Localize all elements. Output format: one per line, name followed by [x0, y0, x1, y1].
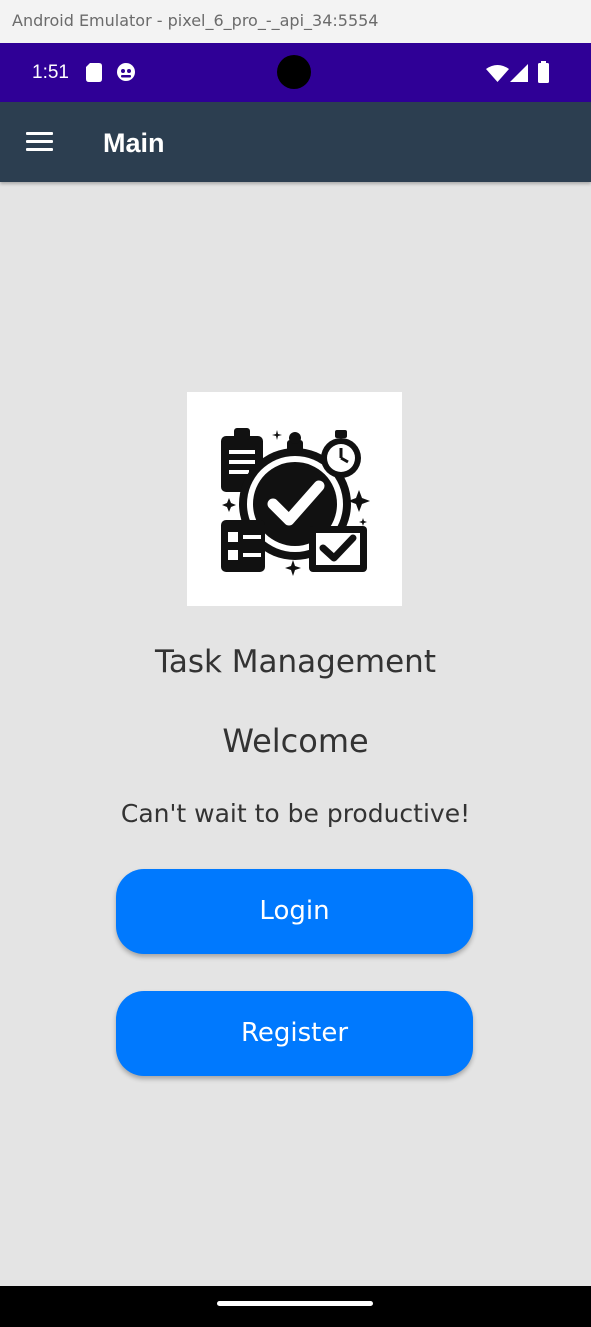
- main-content: Task Management Welcome Can't wait to be…: [0, 182, 591, 1286]
- wifi-icon: [486, 65, 509, 82]
- hamburger-menu-icon[interactable]: [26, 132, 53, 152]
- sd-card-icon: [86, 63, 102, 82]
- cell-signal-icon: [510, 64, 528, 82]
- window-title: Android Emulator - pixel_6_pro_-_api_34:…: [0, 0, 591, 43]
- task-management-clock-checklist-icon: [221, 428, 370, 576]
- register-button[interactable]: Register: [116, 991, 473, 1076]
- app-bar: Main: [0, 102, 591, 182]
- app-heading: Task Management: [155, 644, 436, 680]
- battery-icon: [538, 61, 549, 83]
- page-title: Main: [103, 128, 165, 158]
- navigation-bar: [0, 1286, 591, 1327]
- welcome-text: Welcome: [222, 722, 369, 760]
- status-bar: 1:51: [0, 43, 591, 102]
- login-button[interactable]: Login: [116, 869, 473, 954]
- tagline-text: Can't wait to be productive!: [120, 799, 471, 828]
- camera-cutout: [277, 55, 311, 89]
- task-management-logo: [187, 392, 402, 606]
- android-debug-icon: [117, 63, 135, 81]
- home-gesture-handle[interactable]: [217, 1301, 373, 1306]
- status-time: 1:51: [32, 62, 69, 83]
